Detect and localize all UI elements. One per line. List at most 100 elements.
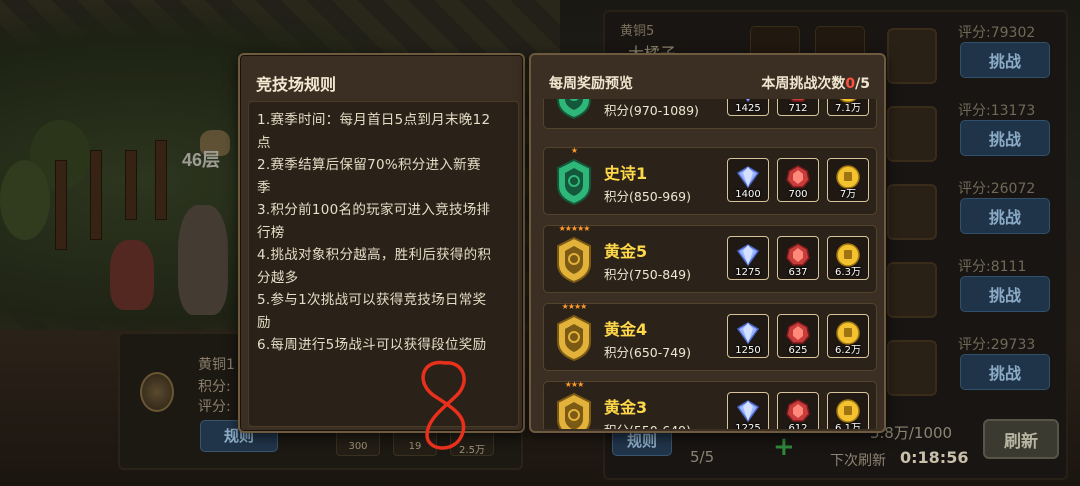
rank-medal-icon: [554, 158, 594, 206]
rules-line: 励: [257, 314, 271, 331]
rules-line: 分越多: [257, 269, 299, 286]
challenge-button[interactable]: 挑战: [960, 120, 1050, 156]
next-refresh-label: 下次刷新: [830, 453, 886, 469]
rules-line: 季: [257, 179, 271, 196]
reward-quantity: 1275: [735, 267, 761, 278]
reward-quantity: 6.2万: [835, 345, 861, 356]
reward-slot[interactable]: 7万: [827, 158, 869, 202]
rules-line: 2.赛季结算后保留70%积分进入新赛: [257, 157, 481, 173]
reward-quantity: 625: [788, 345, 808, 356]
rank-stars-icon: ★: [570, 146, 578, 155]
reward-slot[interactable]: 1400: [727, 158, 769, 202]
reward-tier-row: 史诗2积分(970-1089)14257127.1万: [543, 99, 877, 129]
reward-slot[interactable]: 6.2万: [827, 314, 869, 358]
player-reward-diamond: 300: [336, 430, 380, 456]
rank-medal-icon: [554, 314, 594, 362]
tier-score-range: 积分(750-849): [604, 267, 691, 282]
reward-slot[interactable]: 1225: [727, 392, 769, 429]
reward-tier-list[interactable]: 史诗2积分(970-1089)14257127.1万★史诗1积分(850-969…: [541, 99, 878, 429]
reward-slot[interactable]: 7.1万: [827, 99, 869, 116]
opponent-score: 评分:29733: [958, 337, 1036, 353]
player-rank-badge: [140, 372, 174, 412]
reward-slot[interactable]: 700: [777, 158, 819, 202]
reward-quantity: 1425: [735, 103, 761, 114]
count-label: 本周挑战次数: [761, 76, 846, 92]
rank-medal-icon: [554, 99, 594, 120]
reward-slot[interactable]: 6.3万: [827, 236, 869, 280]
reward-slot[interactable]: 637: [777, 236, 819, 280]
reward-slot[interactable]: 625: [777, 314, 819, 358]
rules-line: 5.参与1次挑战可以获得竞技场日常奖: [257, 292, 487, 308]
rules-line: 4.挑战对象积分越高，胜利后获得的积: [257, 247, 492, 263]
reward-quantity: 612: [788, 423, 808, 429]
rules-line: 点: [257, 134, 271, 151]
rules-title: 竞技场规则: [256, 75, 337, 94]
reward-slot[interactable]: 612: [777, 392, 819, 429]
challenge-button[interactable]: 挑战: [960, 276, 1050, 312]
reward-slot[interactable]: 1275: [727, 236, 769, 280]
challenge-button[interactable]: 挑战: [960, 198, 1050, 234]
tier-score-range: 积分(650-749): [604, 345, 691, 360]
rank-stars-icon: ★★★★: [561, 302, 588, 311]
tier-score-range: 积分(850-969): [604, 189, 691, 204]
reward-quantity: 6.3万: [835, 267, 861, 278]
count-current: 0: [845, 76, 856, 92]
challenge-count: 5/5: [690, 448, 715, 466]
reward-slot[interactable]: 1425: [727, 99, 769, 116]
tier-name: 黄金3: [604, 398, 648, 417]
reward-slot[interactable]: 1250: [727, 314, 769, 358]
reward-quantity: 7万: [839, 189, 857, 200]
rank-medal-icon: [554, 236, 594, 284]
reward-tier-row: ★★★★ 黄金4 积分(650-749) 1250 625 6.2万: [543, 302, 877, 371]
reward-quantity: 1250: [735, 345, 761, 356]
rules-line: 6.每周进行5场战斗可以获得段位奖励: [257, 337, 487, 353]
opponent-score: 评分:79302: [958, 25, 1036, 41]
floor-label: 46层: [182, 150, 221, 170]
arena-rules-panel: 竞技场规则 1.赛季时间：每月首日5点到月末晚12 点 2.赛季结算后保留70%…: [238, 53, 525, 433]
rank-medal-icon: [554, 392, 594, 429]
tier-name: 黄金5: [604, 242, 648, 261]
player-rank: 黄铜1: [198, 357, 235, 373]
reward-tier-row: ★★★ 黄金3 积分(550-649) 1225 612 6.1万: [543, 380, 877, 429]
reward-slot[interactable]: 712: [777, 99, 819, 116]
opponent-avatar: [887, 340, 937, 396]
player-rating-label: 评分:: [198, 399, 231, 415]
player-reward-gold: 2.5万: [450, 430, 494, 456]
opponent-avatar: [887, 106, 937, 162]
reward-quantity: 6.1万: [835, 423, 861, 429]
reward-quantity: 700: [788, 189, 808, 200]
weekly-challenge-count: 本周挑战次数0/5: [761, 73, 870, 93]
count-total: 5: [860, 76, 870, 92]
reward-quantity: 712: [788, 103, 808, 114]
reward-tier-row: ★ 史诗1 积分(850-969) 1400 700 7万: [543, 146, 877, 215]
add-challenge-icon[interactable]: +: [773, 432, 795, 462]
next-refresh-time: 0:18:56: [900, 448, 969, 467]
weekly-reward-panel: 每周奖励预览 本周挑战次数0/5 史诗2积分(970-1089)14257127…: [529, 53, 886, 433]
challenge-button[interactable]: 挑战: [960, 42, 1050, 78]
reward-panel-title: 每周奖励预览: [549, 76, 633, 92]
challenge-button[interactable]: 挑战: [960, 354, 1050, 390]
tier-name: 黄金4: [604, 320, 648, 339]
rules-line: 行榜: [257, 224, 285, 241]
reward-quantity: 1225: [735, 423, 761, 429]
rules-text-area[interactable]: 1.赛季时间：每月首日5点到月末晚12 点 2.赛季结算后保留70%积分进入新赛…: [248, 101, 519, 427]
reward-quantity: 7.1万: [835, 103, 861, 114]
tier-name: 史诗1: [604, 164, 648, 183]
opponent-avatar: [887, 262, 937, 318]
reward-slot[interactable]: 6.1万: [827, 392, 869, 429]
rank-stars-icon: ★★★: [564, 380, 585, 389]
opponent-avatar: [887, 28, 937, 84]
reward-tier-row: ★★★★★ 黄金5 积分(750-849) 1275 637 6.3万: [543, 224, 877, 293]
opponent-score: 评分:26072: [958, 181, 1036, 197]
refresh-button[interactable]: 刷新: [983, 419, 1059, 459]
rules-line: 3.积分前100名的玩家可进入竞技场排: [257, 202, 491, 218]
opponent-score: 评分:8111: [958, 259, 1027, 275]
player-reward-ruby: 19: [393, 430, 437, 456]
rank-stars-icon: ★★★★★: [558, 224, 591, 233]
tier-score-range: 积分(970-1089): [604, 103, 699, 118]
rules-line: 1.赛季时间：每月首日5点到月末晚12: [257, 112, 491, 128]
player-score-label: 积分:: [198, 379, 231, 395]
opponent-score: 评分:13173: [958, 103, 1036, 119]
reward-quantity: 1400: [735, 189, 761, 200]
tier-score-range: 积分(550-649): [604, 420, 691, 429]
